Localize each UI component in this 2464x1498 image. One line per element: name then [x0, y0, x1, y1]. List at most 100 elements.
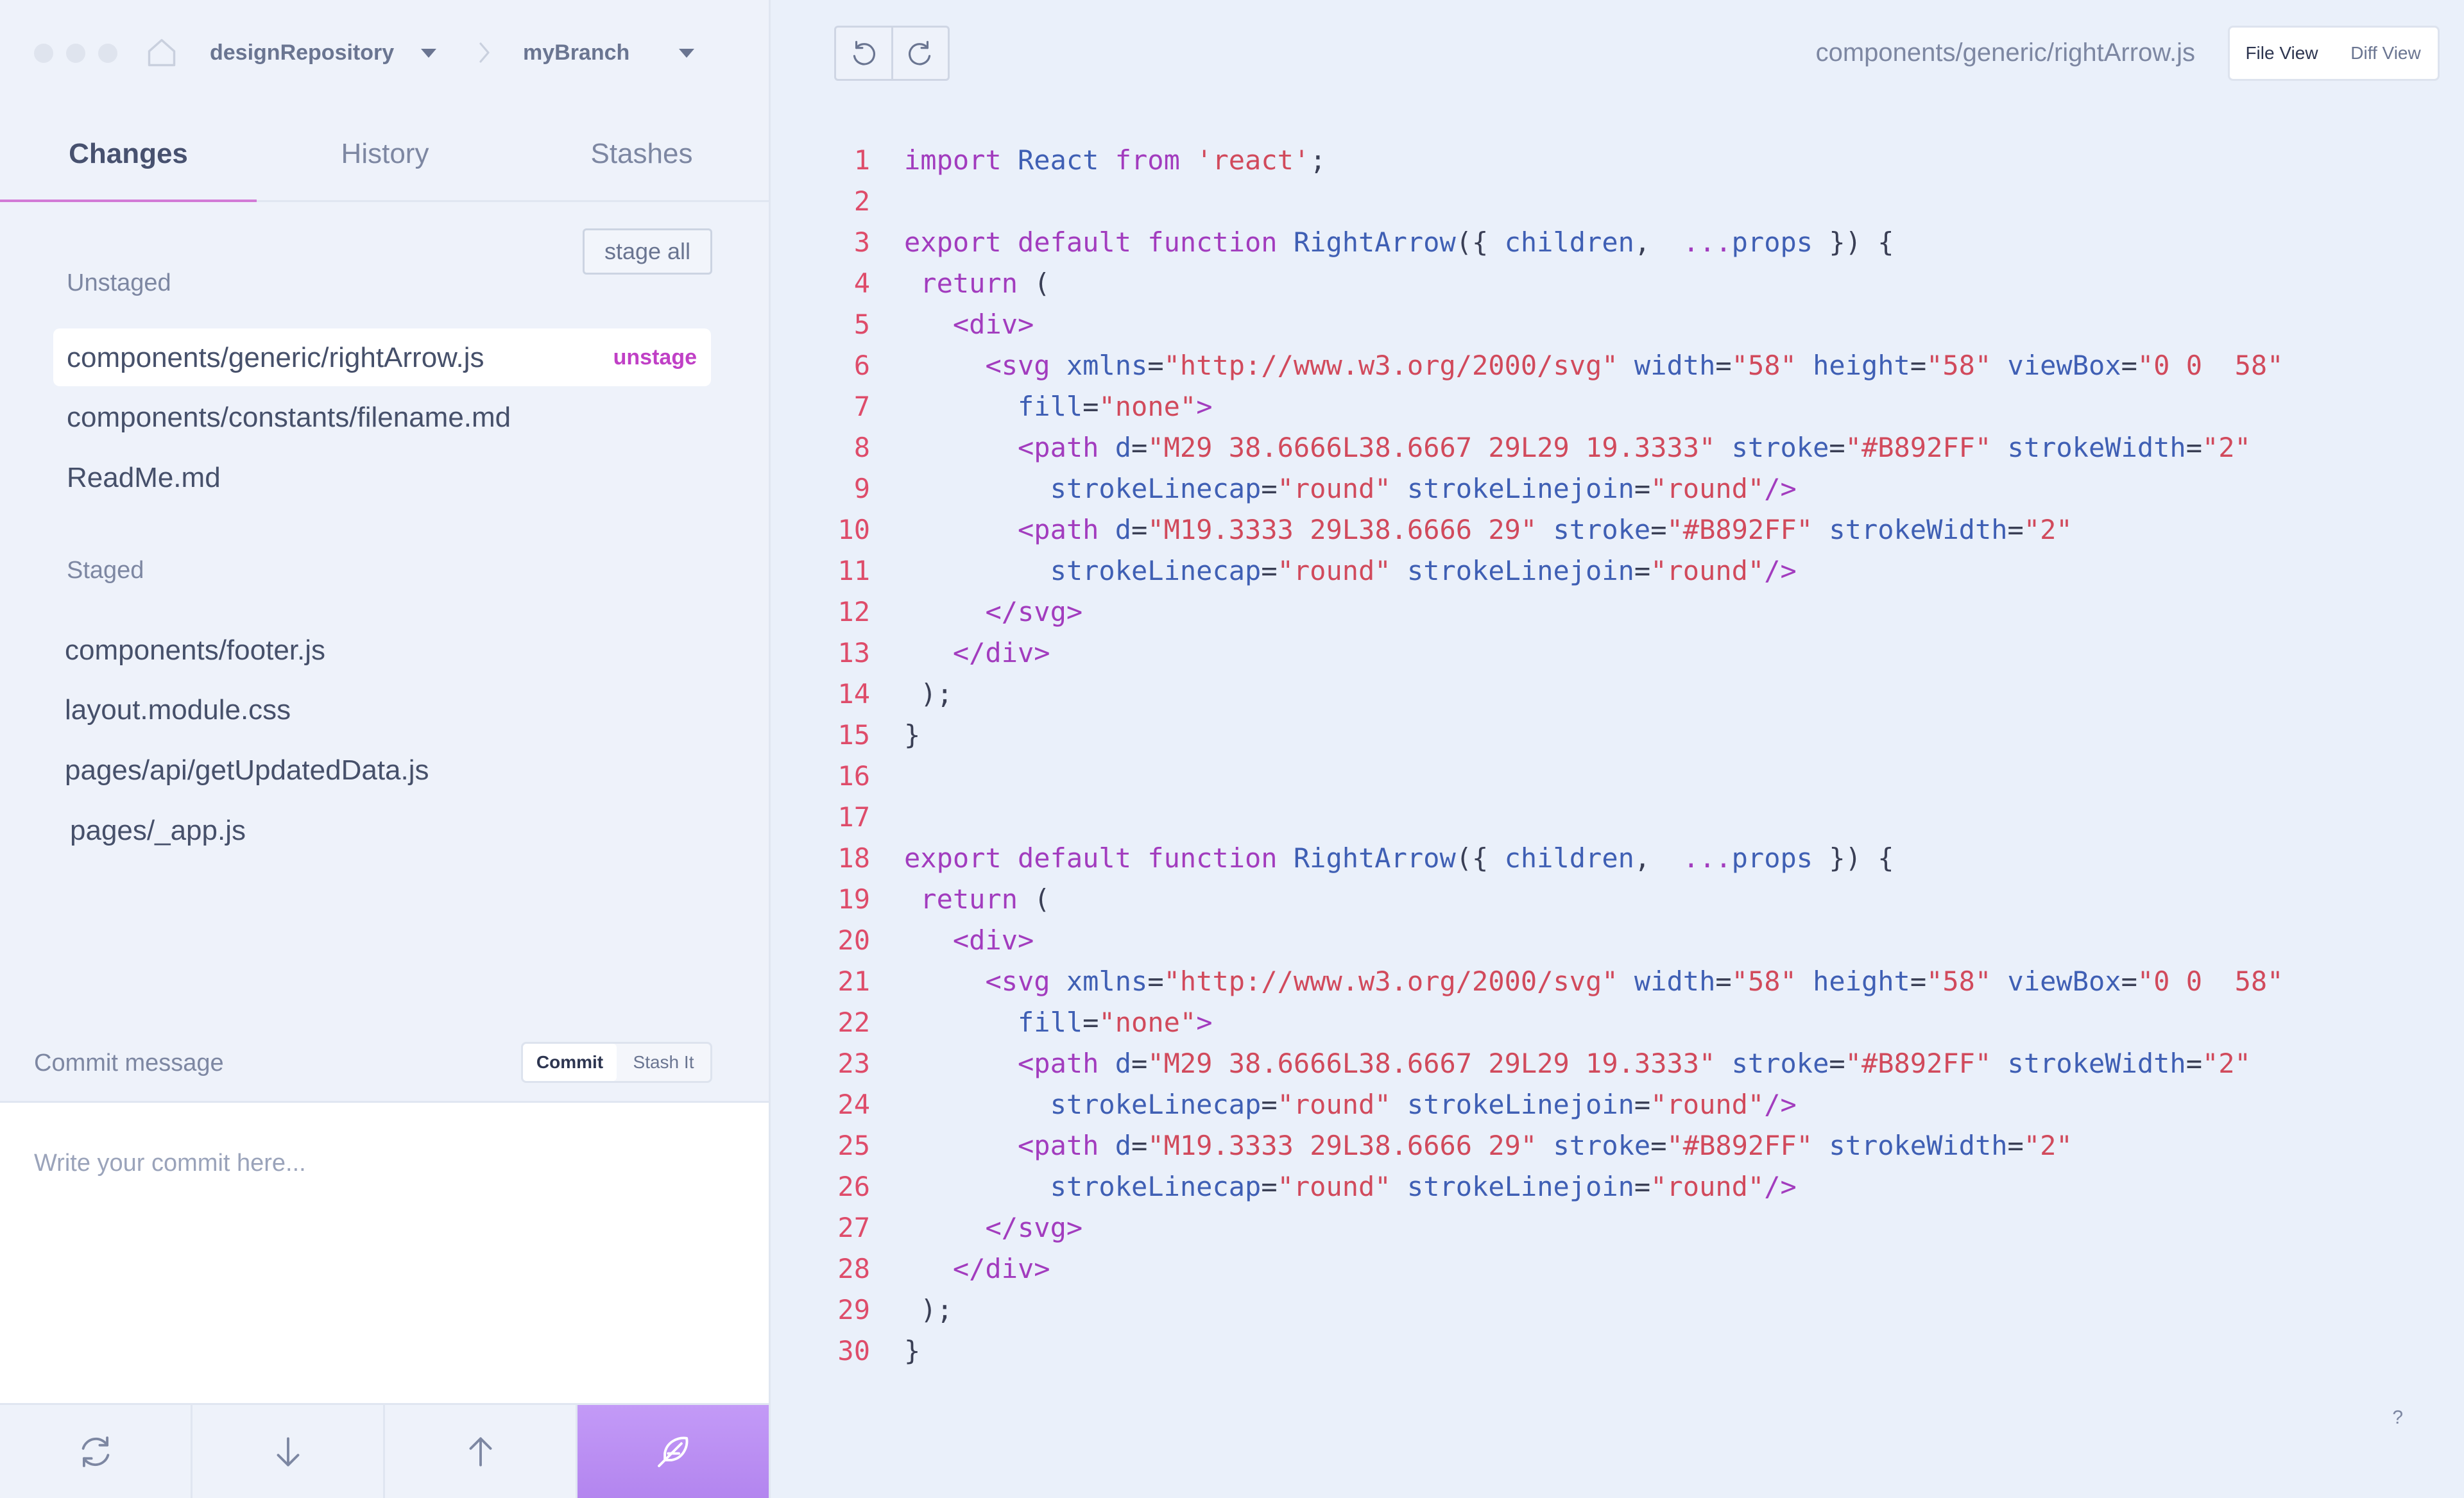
- unstaged-file-item[interactable]: ReadMe.md: [67, 460, 221, 496]
- code-token: }: [904, 1335, 921, 1366]
- code-token: viewBox: [2007, 350, 2121, 381]
- code-token: ...: [1682, 226, 1732, 258]
- pull-button[interactable]: [193, 1405, 385, 1498]
- code-token: =: [1650, 514, 1667, 545]
- sidebar: designRepository myBranch Changes Histor…: [0, 0, 771, 1498]
- code-token: "58": [1731, 966, 1813, 997]
- staged-file-item[interactable]: pages/api/getUpdatedData.js: [65, 753, 429, 788]
- line-number: 16: [837, 760, 870, 792]
- code-text: <path d="M29 38.6666L38.6667 29L29 19.33…: [904, 427, 2251, 468]
- line-number: 5: [853, 309, 870, 340]
- staged-file-item[interactable]: components/footer.js: [65, 633, 325, 668]
- window-minimize-dot[interactable]: [66, 44, 85, 63]
- code-token: <svg: [985, 350, 1066, 381]
- code-token: =: [1082, 391, 1099, 422]
- code-token: </svg>: [985, 1212, 1083, 1243]
- code-token: <path: [1018, 1130, 1115, 1161]
- branch-name[interactable]: myBranch: [523, 38, 629, 67]
- refresh-button[interactable]: [0, 1405, 193, 1498]
- code-token: return: [904, 883, 1034, 915]
- code-token: import: [904, 144, 1018, 176]
- window-close-dot[interactable]: [34, 44, 53, 63]
- code-token: d: [1115, 1130, 1132, 1161]
- code-token: from: [1115, 144, 1197, 176]
- tab-changes[interactable]: Changes: [0, 106, 257, 202]
- unstaged-file-item[interactable]: components/constants/filename.md: [67, 400, 511, 436]
- stash-mode-button[interactable]: Stash It: [617, 1044, 710, 1081]
- line-number: 3: [853, 226, 870, 258]
- line-number: 1: [853, 144, 870, 176]
- code-text: return (: [904, 879, 1050, 920]
- code-token: }) {: [1813, 842, 1894, 874]
- code-text: return (: [904, 263, 1050, 304]
- repository-dropdown-chevron-icon[interactable]: [421, 49, 436, 58]
- code-text: import React from 'react';: [904, 140, 1326, 181]
- code-token: "2": [2202, 432, 2251, 463]
- code-token: ({: [1455, 226, 1505, 258]
- code-token: "0 0 58": [2137, 966, 2284, 997]
- line-number: 23: [837, 1048, 870, 1079]
- diff-view-button[interactable]: Diff View: [2334, 28, 2438, 79]
- commit-submit-button[interactable]: [578, 1405, 769, 1498]
- commit-message-area: [0, 1101, 769, 1405]
- commit-message-input[interactable]: [34, 1144, 733, 1182]
- staged-file-item[interactable]: pages/_app.js: [70, 813, 246, 849]
- push-button[interactable]: [385, 1405, 578, 1498]
- code-token: strokeWidth: [1829, 1130, 2008, 1161]
- undo-button[interactable]: [836, 28, 893, 79]
- repository-name[interactable]: designRepository: [210, 38, 394, 67]
- branch-dropdown-chevron-icon[interactable]: [679, 49, 694, 58]
- file-view-button[interactable]: File View: [2230, 28, 2334, 79]
- stage-all-button[interactable]: stage all: [583, 228, 712, 275]
- line-number: 26: [837, 1171, 870, 1202]
- line-number: 10: [837, 514, 870, 545]
- code-token: "M19.3333 29L38.6666 29": [1147, 514, 1553, 545]
- help-button[interactable]: ?: [2392, 1407, 2403, 1429]
- tab-stashes[interactable]: Stashes: [513, 106, 770, 202]
- code-token: =: [1131, 514, 1148, 545]
- home-icon[interactable]: [145, 36, 178, 69]
- code-token: stroke: [1553, 514, 1651, 545]
- code-token: "http://www.w3.org/2000/svg": [1163, 966, 1634, 997]
- code-token: viewBox: [2007, 966, 2121, 997]
- code-token: </div>: [952, 1253, 1050, 1284]
- staged-file-item[interactable]: layout.module.css: [65, 692, 291, 728]
- code-text: <svg xmlns="http://www.w3.org/2000/svg" …: [904, 961, 2283, 1002]
- window-maximize-dot[interactable]: [98, 44, 117, 63]
- line-number: 19: [837, 883, 870, 915]
- unstaged-file-item[interactable]: components/generic/rightArrow.js: [67, 340, 484, 376]
- line-number: 4: [853, 268, 870, 299]
- code-token: }) {: [1813, 226, 1894, 258]
- code-text: export default function RightArrow({ chi…: [904, 222, 1894, 263]
- code-token: <path: [1018, 514, 1115, 545]
- redo-button[interactable]: [893, 28, 948, 79]
- commit-mode-button[interactable]: Commit: [523, 1044, 617, 1081]
- line-number: 7: [853, 391, 870, 422]
- code-token: stroke: [1731, 432, 1829, 463]
- line-number: 17: [837, 801, 870, 833]
- code-token: <path: [1018, 432, 1115, 463]
- code-token: =: [1910, 350, 1927, 381]
- code-text: </div>: [904, 1248, 1050, 1289]
- code-token: ;: [1310, 144, 1326, 176]
- code-text: strokeLinecap="round" strokeLinejoin="ro…: [904, 550, 1797, 592]
- unstage-button[interactable]: unstage: [613, 328, 697, 386]
- code-token: "M29 38.6666L38.6667 29L29 19.3333": [1147, 432, 1732, 463]
- title-bar: designRepository myBranch: [0, 0, 771, 106]
- tab-history[interactable]: History: [257, 106, 513, 202]
- code-token: <div>: [952, 924, 1034, 956]
- line-number: 15: [837, 719, 870, 751]
- code-token: "2": [2023, 514, 2073, 545]
- code-token: </svg>: [985, 596, 1083, 627]
- code-token: </div>: [952, 637, 1050, 668]
- code-token: =: [1650, 1130, 1667, 1161]
- code-token: ({: [1455, 842, 1505, 874]
- code-token: "2": [2202, 1048, 2251, 1079]
- code-token: strokeLinecap: [1050, 1171, 1262, 1202]
- line-number: 28: [837, 1253, 870, 1284]
- code-text: <path d="M29 38.6666L38.6667 29L29 19.33…: [904, 1043, 2251, 1084]
- code-token: export default function: [904, 842, 1294, 874]
